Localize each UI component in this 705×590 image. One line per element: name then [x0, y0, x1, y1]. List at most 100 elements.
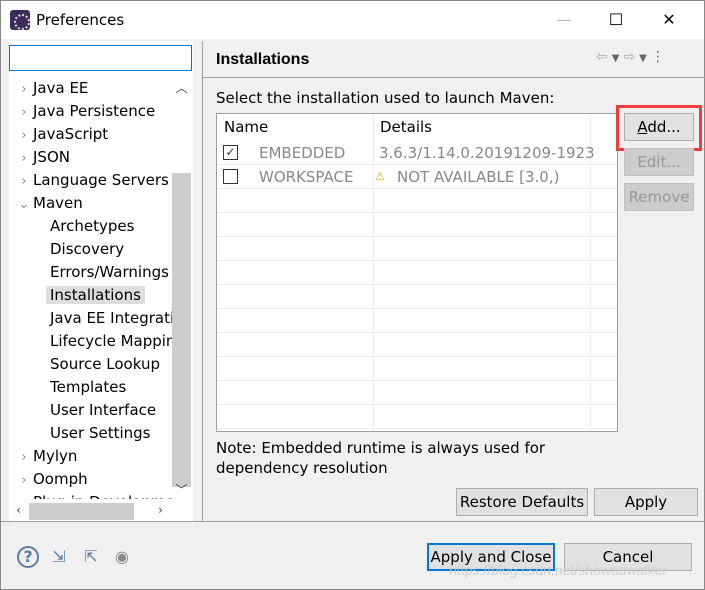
tree-item-label: Java EE — [33, 79, 89, 97]
tree-item-label: Maven — [33, 194, 83, 212]
tree-item[interactable]: User Settings — [50, 422, 150, 445]
chevron-down-icon[interactable]: ⌄ — [15, 193, 33, 216]
table-row[interactable] — [217, 309, 617, 333]
watermark: https://blog.csdn.net/showadwalker — [449, 562, 667, 578]
tree-item-label: Java Persistence — [33, 102, 156, 120]
tree-item[interactable]: › Mylyn — [15, 445, 77, 468]
installation-checkbox[interactable] — [223, 169, 238, 184]
chevron-right-icon[interactable]: › — [15, 78, 33, 101]
column-header-name[interactable]: Name — [217, 114, 268, 141]
back-icon[interactable]: ⇦ — [596, 49, 612, 65]
help-icon[interactable]: ? — [17, 546, 39, 568]
minimize-button[interactable]: — — [549, 7, 579, 33]
tree-item[interactable]: › JavaScript — [15, 123, 108, 146]
table-row[interactable] — [217, 261, 617, 285]
tree-item[interactable]: › Java Persistence — [15, 100, 155, 123]
prompt-label: Select the installation used to launch M… — [216, 89, 555, 107]
tree-item[interactable]: User Interface — [50, 399, 156, 422]
tree-item[interactable]: › JSON — [15, 146, 70, 169]
tree-item[interactable]: ›Plug-in Development — [15, 491, 172, 499]
tree-item-label: Lifecycle Mappings — [50, 332, 172, 350]
tree-item-label: Installations — [46, 286, 145, 304]
chevron-right-icon[interactable]: › — [15, 469, 33, 492]
tree-item-label: Mylyn — [33, 447, 78, 465]
tree-item-label: JavaScript — [33, 125, 109, 143]
vertical-scrollbar[interactable]: ︿ ﹀ — [172, 77, 191, 499]
scroll-right-icon[interactable]: › — [151, 503, 170, 517]
back-menu-icon[interactable]: ▼ — [612, 53, 624, 64]
tree-item[interactable]: › Oomph — [15, 468, 88, 492]
tree-item[interactable]: Errors/Warnings — [50, 261, 169, 284]
close-button[interactable]: ✕ — [654, 7, 684, 33]
export-icon[interactable]: ⇱ — [80, 546, 102, 568]
record-icon[interactable]: ◉ — [111, 546, 133, 568]
eclipse-icon — [10, 10, 30, 30]
chevron-right-icon[interactable]: › — [15, 492, 33, 499]
warning-icon: ⚠ — [375, 170, 385, 183]
chevron-right-icon[interactable]: › — [15, 147, 33, 170]
import-icon[interactable]: ⇲ — [48, 546, 70, 568]
tree-item-label: Source Lookup — [50, 355, 160, 373]
page-title: Installations — [216, 51, 310, 68]
table-row[interactable] — [217, 405, 617, 429]
column-header-details[interactable]: Details — [373, 114, 432, 141]
footer-separator — [1, 521, 704, 522]
more-icon[interactable]: ⋮ — [651, 49, 669, 65]
tree-item-label: User Settings — [50, 424, 151, 442]
chevron-right-icon[interactable]: › — [15, 101, 33, 124]
remove-button[interactable]: Remove — [624, 183, 694, 211]
table-row[interactable] — [217, 381, 617, 405]
tree-item[interactable]: › Language Servers — [15, 169, 169, 193]
title-bar: Preferences — ☐ ✕ — [1, 1, 704, 39]
tree-item-label: Oomph — [33, 470, 88, 488]
header-separator — [203, 77, 705, 78]
restore-defaults-button[interactable]: Restore Defaults — [456, 488, 588, 516]
tree-item[interactable]: › Java EE — [15, 77, 88, 100]
tree-item-label: User Interface — [50, 401, 157, 419]
tree-item[interactable]: Archetypes — [50, 215, 134, 238]
forward-icon[interactable]: ⇨ — [623, 49, 639, 65]
scroll-up-icon[interactable]: ︿ — [172, 79, 191, 96]
filter-input[interactable] — [9, 45, 192, 71]
table-row[interactable] — [217, 189, 617, 213]
tree-item-label: Language Servers — [33, 171, 169, 189]
scroll-thumb[interactable] — [172, 173, 191, 487]
preference-tree: › Java EE › Java Persistence › JavaScript › JSO… — [9, 77, 172, 499]
chevron-right-icon[interactable]: › — [15, 446, 33, 469]
tree-item[interactable]: Java EE Integration — [50, 307, 172, 330]
tree-item-label: Java EE Integration — [50, 309, 172, 327]
installation-checkbox[interactable]: ✓ — [223, 145, 238, 160]
pane-divider[interactable] — [202, 41, 203, 521]
page-navigation[interactable]: ⇦▼⇨▼⋮ — [596, 49, 669, 65]
table-row[interactable] — [217, 333, 617, 357]
horizontal-scrollbar[interactable]: ‹ › — [9, 501, 172, 521]
hscroll-thumb[interactable] — [29, 503, 134, 520]
chevron-right-icon[interactable]: › — [15, 170, 33, 193]
cell-name: WORKSPACE — [259, 168, 354, 186]
table-row[interactable]: ✓ EMBEDDED 3.6.3/1.14.0.20191209-1923 — [217, 141, 617, 165]
maximize-button[interactable]: ☐ — [601, 7, 631, 33]
table-row[interactable] — [217, 357, 617, 381]
tree-item-label: Templates — [50, 378, 127, 396]
tree-item-label: Errors/Warnings — [50, 263, 169, 281]
table-row[interactable] — [217, 285, 617, 309]
forward-menu-icon[interactable]: ▼ — [639, 53, 651, 64]
edit-button[interactable]: Edit... — [624, 148, 694, 176]
chevron-right-icon[interactable]: › — [15, 124, 33, 147]
scroll-down-icon[interactable]: ﹀ — [172, 481, 191, 498]
tree-item[interactable]: Templates — [50, 376, 126, 399]
preference-tree-pane: › Java EE › Java Persistence › JavaScript › JSO… — [9, 41, 193, 521]
tree-item[interactable]: Source Lookup — [50, 353, 160, 376]
tree-item[interactable]: ⌄ Maven — [15, 192, 83, 215]
tree-item[interactable]: Installations — [46, 284, 145, 307]
tree-item[interactable]: Lifecycle Mappings — [50, 330, 172, 353]
scroll-left-icon[interactable]: ‹ — [9, 503, 28, 517]
tree-item-label: Archetypes — [50, 217, 135, 235]
installations-table: Name Details ✓ EMBEDDED 3.6.3/1.14.0.20191… — [216, 113, 618, 432]
table-row[interactable]: WORKSPACE ⚠ NOT AVAILABLE [3.0,) — [217, 165, 617, 189]
tree-item-label: Discovery — [50, 240, 125, 258]
table-row[interactable] — [217, 237, 617, 261]
tree-item[interactable]: Discovery — [50, 238, 124, 261]
apply-button[interactable]: Apply — [594, 488, 698, 516]
table-row[interactable] — [217, 213, 617, 237]
